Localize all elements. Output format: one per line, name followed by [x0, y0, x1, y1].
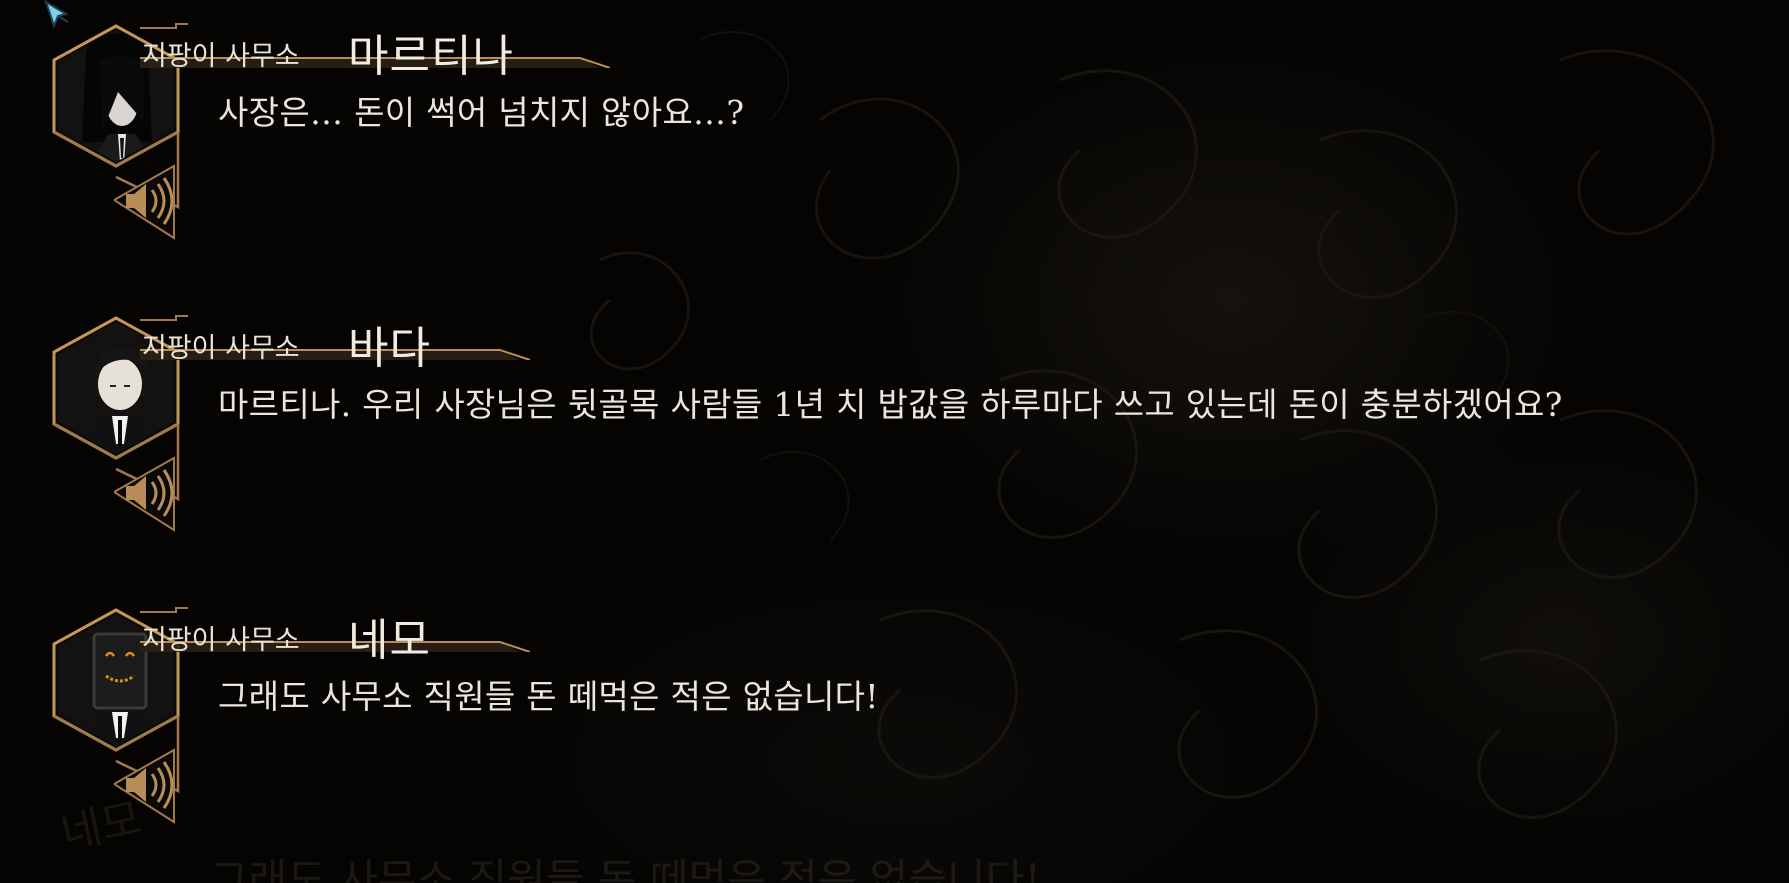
voice-replay-button[interactable]: [112, 452, 186, 536]
character-affiliation: 지팡이 사무소: [142, 333, 300, 364]
dialogue-text: 그래도 사무소 직원들 돈 떼먹은 적은 없습니다!: [218, 677, 879, 716]
voice-replay-button[interactable]: [112, 744, 186, 828]
character-affiliation: 지팡이 사무소: [142, 41, 300, 72]
log-entry: 지팡이 사무소 바다 마르티나. 우리 사장님은 뒷골목 사람들 1년 치 밥값…: [48, 314, 1748, 534]
speaker-icon: [112, 164, 175, 240]
character-affiliation: 지팡이 사무소: [142, 625, 300, 656]
log-entry: 지팡이 사무소 네모 그래도 사무소 직원들 돈 떼먹은 적은 없습니다!: [48, 606, 1748, 826]
speaker-icon: [112, 456, 175, 532]
dialogue-text: 마르티나. 우리 사장님은 뒷골목 사람들 1년 치 밥값을 하루마다 쓰고 있…: [218, 385, 1563, 424]
background-ghost-dialogue: 그래도 사무소 직원들 돈 떼먹은 적은 없습니다!: [210, 855, 1042, 883]
dialogue-text: 사장은… 돈이 썩어 넘치지 않아요…?: [218, 93, 745, 132]
character-name: 바다: [348, 323, 431, 374]
log-entry: 지팡이 사무소 마르티나 사장은… 돈이 썩어 넘치지 않아요…?: [48, 22, 1748, 242]
character-name: 마르티나: [348, 31, 514, 82]
speaker-icon: [112, 748, 175, 824]
character-name: 네모: [348, 615, 431, 666]
dialogue-log-screen: 네모 그래도 사무소 직원들 돈 떼먹은 적은 없습니다! 지팡이 사무소 마르…: [0, 0, 1789, 883]
voice-replay-button[interactable]: [112, 160, 186, 244]
